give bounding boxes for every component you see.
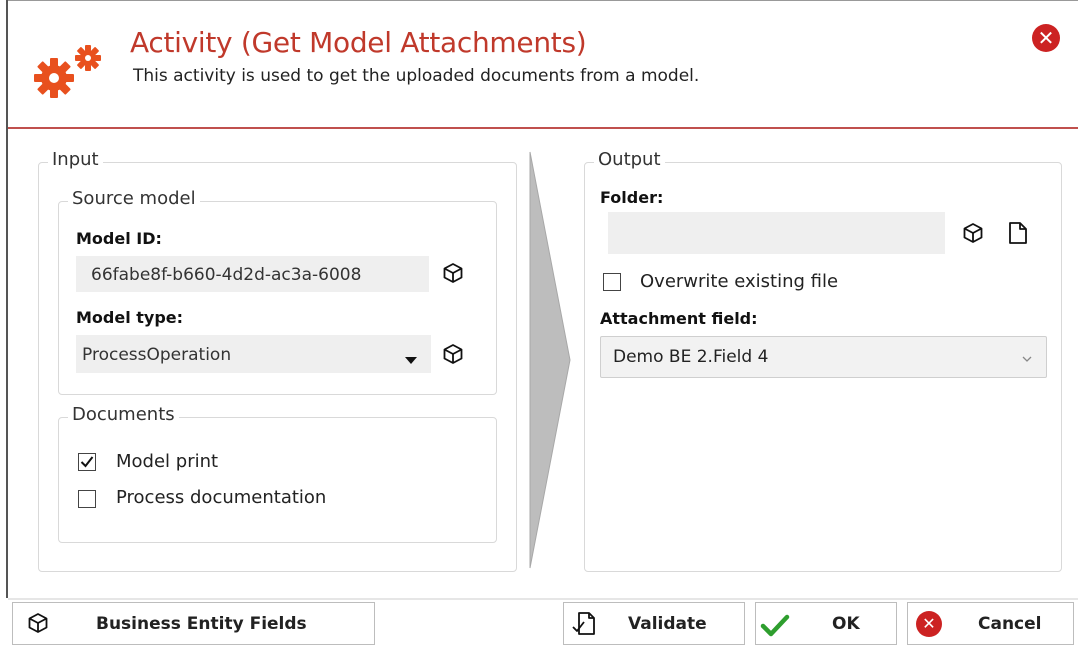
header-divider <box>8 127 1078 129</box>
chevron-down-icon <box>1022 348 1032 367</box>
overwrite-checkbox[interactable] <box>603 273 621 291</box>
cancel-icon: ✕ <box>916 611 942 637</box>
model-id-field[interactable]: 66fabe8f-b660-4d2d-ac3a-6008 <box>76 256 429 292</box>
folder-input[interactable] <box>608 212 945 254</box>
model-id-label: Model ID: <box>76 229 162 248</box>
validate-icon <box>570 610 598 643</box>
footer-divider <box>8 598 1078 600</box>
window-top-border <box>6 0 1078 1</box>
checkmark-icon <box>760 613 790 642</box>
cube-icon <box>27 612 49 639</box>
model-print-checkbox[interactable] <box>78 453 96 471</box>
process-documentation-label: Process documentation <box>116 487 327 508</box>
attachment-field-select[interactable]: Demo BE 2.Field 4 <box>600 336 1047 378</box>
folder-label: Folder: <box>600 188 664 207</box>
ok-label: OK <box>832 614 860 634</box>
window-left-border <box>6 0 8 598</box>
model-type-label: Model type: <box>76 308 184 327</box>
attachment-field-label: Attachment field: <box>600 309 758 328</box>
attachment-field-value: Demo BE 2.Field 4 <box>613 347 769 367</box>
caret-down-icon[interactable] <box>405 350 417 369</box>
validate-label: Validate <box>628 614 707 634</box>
cube-icon[interactable] <box>442 262 464 288</box>
validate-button[interactable]: Validate <box>563 602 745 645</box>
file-icon[interactable] <box>1008 221 1028 249</box>
documents-group <box>58 417 497 543</box>
output-legend: Output <box>594 149 665 170</box>
documents-legend: Documents <box>68 404 179 425</box>
input-legend: Input <box>48 149 103 170</box>
gears-icon <box>24 40 110 110</box>
close-icon[interactable]: ✕ <box>1032 24 1060 52</box>
cube-icon[interactable] <box>442 343 464 369</box>
flow-arrow <box>526 150 574 574</box>
cube-icon[interactable] <box>962 222 984 248</box>
model-print-label: Model print <box>116 451 219 472</box>
overwrite-label: Overwrite existing file <box>640 271 839 292</box>
business-entity-fields-button[interactable]: Business Entity Fields <box>12 602 375 645</box>
dialog-title: Activity (Get Model Attachments) <box>130 26 587 59</box>
process-documentation-checkbox[interactable] <box>78 490 96 508</box>
dialog-subtitle: This activity is used to get the uploade… <box>133 66 700 86</box>
model-type-select[interactable]: ProcessOperation <box>76 335 431 373</box>
source-model-legend: Source model <box>68 188 200 209</box>
cancel-button[interactable]: ✕ Cancel <box>907 602 1074 645</box>
ok-button[interactable]: OK <box>755 602 897 645</box>
cancel-label: Cancel <box>978 614 1042 634</box>
model-type-value: ProcessOperation <box>82 345 232 365</box>
business-entity-fields-label: Business Entity Fields <box>96 614 307 634</box>
